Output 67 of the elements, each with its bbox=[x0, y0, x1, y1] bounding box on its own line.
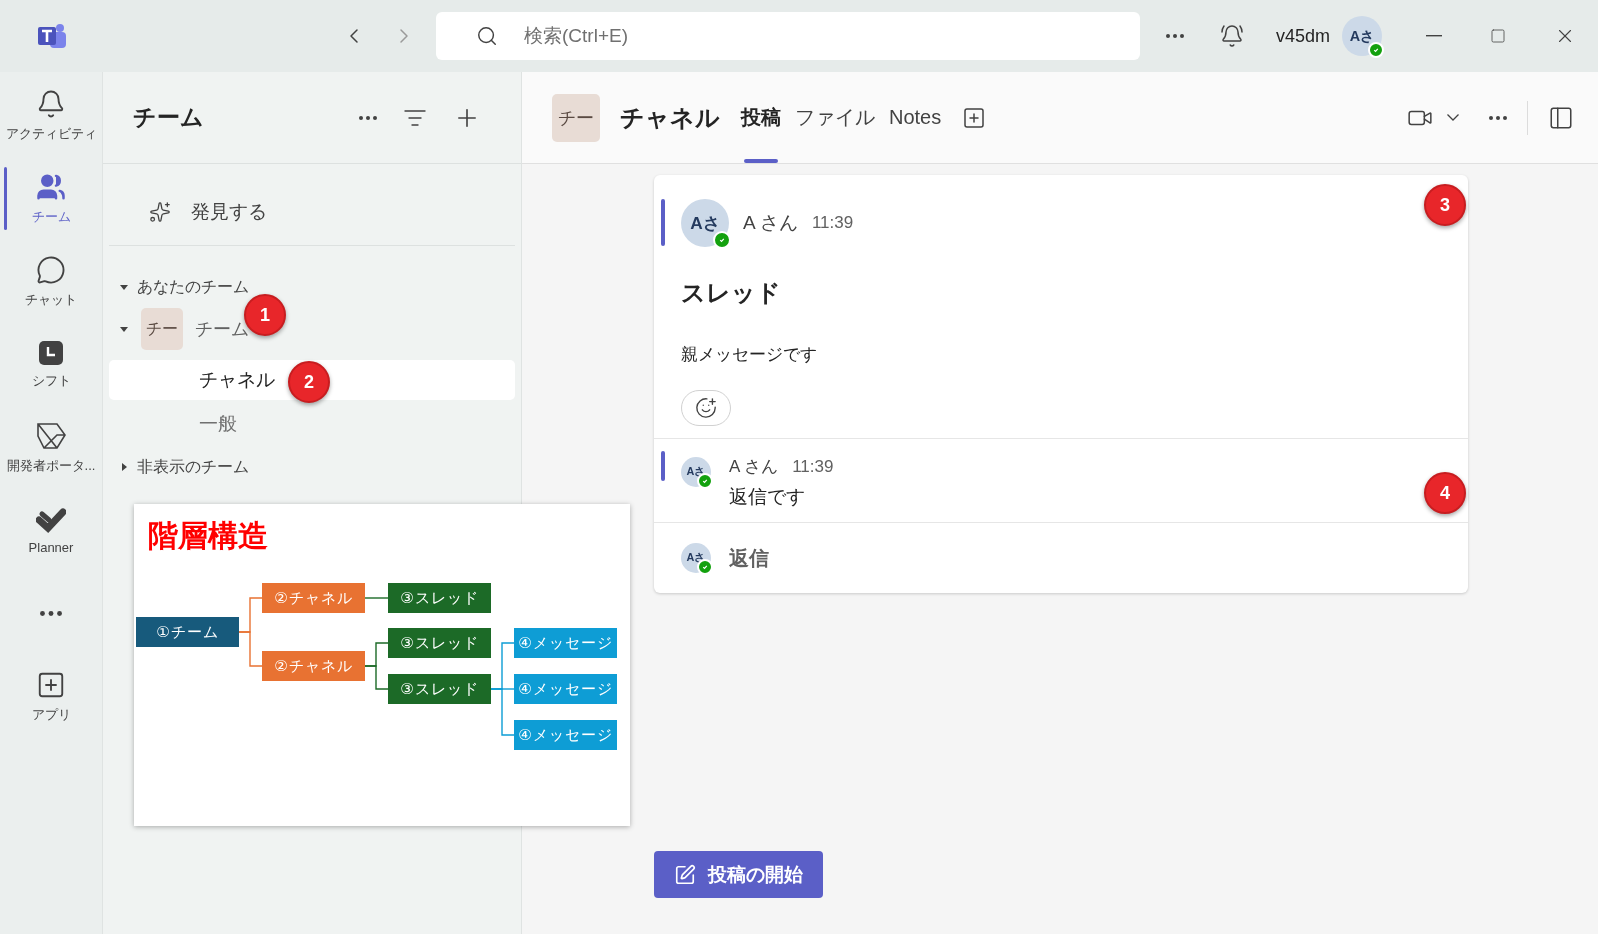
diagram-node: ②チャネル bbox=[262, 651, 365, 681]
plus-square-icon bbox=[962, 105, 987, 130]
reply-button[interactable]: 返信 bbox=[729, 544, 769, 572]
caret-down-icon bbox=[119, 324, 129, 334]
user-avatar: Aさ bbox=[681, 199, 729, 247]
app-logo-icon bbox=[36, 22, 68, 50]
shape-outline-icon bbox=[35, 420, 67, 451]
chat-bubble-icon bbox=[36, 254, 66, 285]
discover-button[interactable]: 発見する bbox=[109, 178, 515, 246]
connector-line bbox=[238, 631, 263, 667]
search-field[interactable]: 検索(Ctrl+E) bbox=[436, 12, 1140, 60]
minimize-icon bbox=[1426, 35, 1442, 37]
planner-icon bbox=[36, 506, 66, 534]
more-icon bbox=[1166, 34, 1184, 38]
add-reaction-button[interactable] bbox=[681, 390, 731, 426]
diagram-node: ④メッセージ bbox=[514, 628, 617, 658]
diagram-node: ④メッセージ bbox=[514, 720, 617, 750]
side-panel-icon bbox=[1548, 104, 1574, 131]
connector-line bbox=[364, 665, 389, 690]
channel-title: チャネル bbox=[620, 102, 720, 133]
user-avatar: Aさ bbox=[1342, 16, 1383, 56]
clock-square-icon bbox=[38, 339, 64, 366]
section-header[interactable]: 非表示のチーム bbox=[103, 452, 249, 482]
bell-icon bbox=[1220, 24, 1244, 48]
maximize-icon bbox=[1490, 28, 1506, 44]
rail-item[interactable]: 開発者ポータ... bbox=[0, 406, 102, 489]
tab[interactable]: ファイル bbox=[788, 72, 882, 163]
diagram-node: ③スレッド bbox=[388, 674, 491, 704]
author-name: A さん bbox=[743, 211, 798, 235]
timestamp: 11:39 bbox=[792, 456, 834, 477]
rail-item[interactable]: Planner bbox=[0, 489, 102, 572]
more-icon bbox=[1489, 115, 1507, 120]
diagram-node: ④メッセージ bbox=[514, 674, 617, 704]
more-icon bbox=[359, 115, 377, 120]
caret-right-icon bbox=[119, 462, 129, 472]
search-icon bbox=[476, 25, 498, 47]
caret-down-icon bbox=[119, 282, 129, 292]
team-avatar: チー bbox=[141, 308, 183, 350]
user-name: v45dm bbox=[1276, 25, 1331, 47]
sparkle-icon bbox=[149, 200, 171, 223]
tab[interactable]: 投稿 bbox=[734, 72, 788, 163]
tab[interactable]: Notes bbox=[882, 72, 949, 163]
panel-title: チーム bbox=[133, 103, 205, 132]
diagram-node: ②チャネル bbox=[262, 583, 365, 613]
diagram-node: ①チーム bbox=[136, 617, 239, 647]
connector-line bbox=[364, 597, 389, 599]
diagram-title: 階層構造 bbox=[148, 518, 268, 554]
message-text: 親メッセージです bbox=[681, 344, 818, 366]
smiley-plus-icon bbox=[695, 397, 717, 419]
thread-subject: スレッド bbox=[681, 278, 782, 308]
more-icon bbox=[40, 611, 62, 616]
rail-item[interactable]: アクティビティ bbox=[0, 74, 102, 157]
channel-item[interactable]: 一般 bbox=[109, 404, 515, 444]
compose-icon bbox=[674, 863, 696, 886]
diagram-node: ③スレッド bbox=[388, 583, 491, 613]
message-text: 返信です bbox=[729, 485, 806, 509]
timestamp: 11:39 bbox=[811, 213, 854, 233]
bell-icon bbox=[36, 88, 66, 119]
rail-item[interactable]: アプリ bbox=[0, 655, 102, 738]
rail-item[interactable]: チャット bbox=[0, 240, 102, 323]
new-post-button[interactable]: 投稿の開始 bbox=[654, 851, 823, 898]
author-name: A さん bbox=[729, 456, 779, 478]
diagram-node: ③スレッド bbox=[388, 628, 491, 658]
chevron-down-icon bbox=[1447, 114, 1459, 121]
rail-item[interactable]: シフト bbox=[0, 323, 102, 406]
team-avatar: チー bbox=[552, 93, 600, 142]
rail-item[interactable]: チーム bbox=[0, 157, 102, 240]
